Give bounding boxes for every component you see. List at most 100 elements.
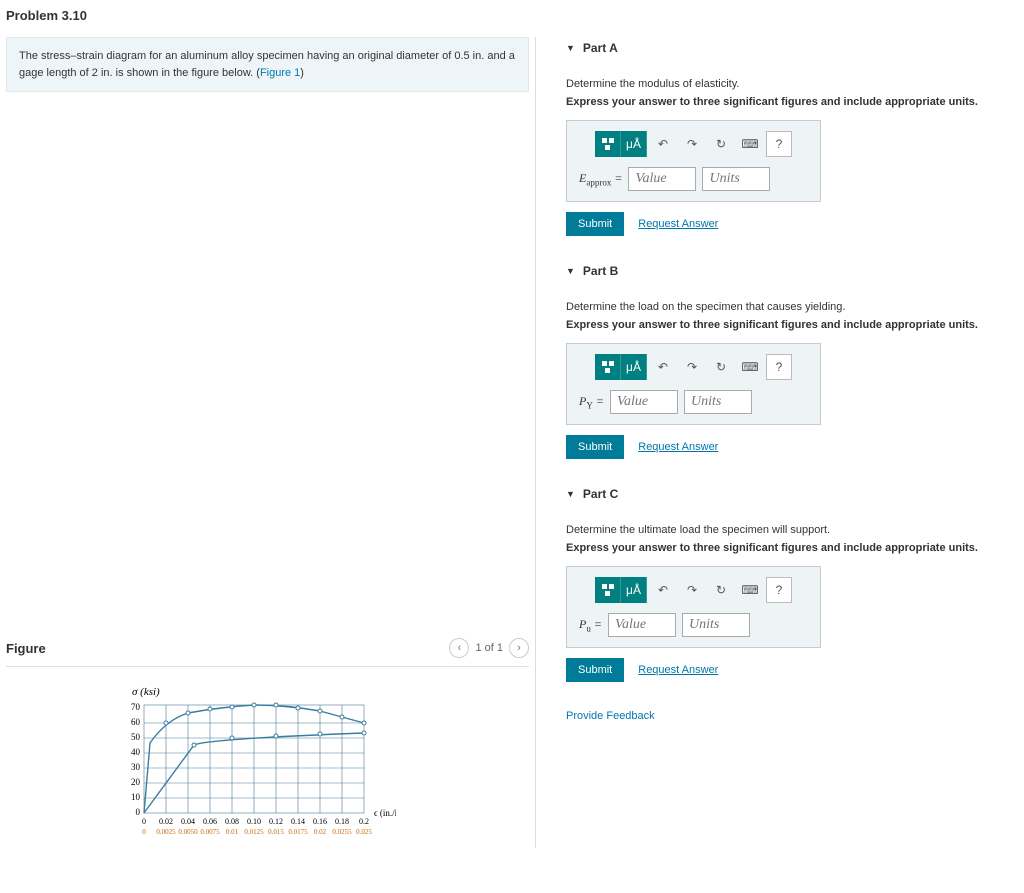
svg-text:0.0050: 0.0050 [178, 828, 198, 836]
provide-feedback-link[interactable]: Provide Feedback [566, 710, 1008, 722]
svg-text:0.0025: 0.0025 [156, 828, 176, 836]
help-icon[interactable]: ? [766, 131, 792, 157]
svg-text:ϵ (in./in.): ϵ (in./in.) [374, 808, 396, 818]
part-b-title: Part B [583, 264, 618, 278]
svg-text:50: 50 [131, 732, 141, 742]
units-icon[interactable]: μÅ [621, 577, 647, 603]
redo-icon[interactable]: ↷ [679, 354, 705, 380]
undo-icon[interactable]: ↶ [650, 577, 676, 603]
reset-icon[interactable]: ↻ [708, 354, 734, 380]
svg-text:0: 0 [142, 817, 146, 826]
keyboard-icon[interactable]: ⌨ [737, 577, 763, 603]
figure-label: Figure [6, 641, 46, 656]
answer-toolbar: μÅ ↶ ↷ ↻ ⌨ ? [579, 131, 808, 157]
svg-text:10: 10 [131, 792, 141, 802]
part-c-prompt: Determine the ultimate load the specimen… [566, 524, 1008, 536]
problem-title: Problem 3.10 [6, 8, 1018, 23]
part-b-instruct: Express your answer to three significant… [566, 319, 1008, 331]
svg-text:0.10: 0.10 [247, 817, 261, 826]
part-b-units-input[interactable] [684, 390, 752, 414]
part-c-instruct: Express your answer to three significant… [566, 542, 1008, 554]
svg-text:0.0075: 0.0075 [200, 828, 220, 836]
units-icon[interactable]: μÅ [621, 354, 647, 380]
undo-icon[interactable]: ↶ [650, 354, 676, 380]
svg-text:20: 20 [131, 777, 141, 787]
svg-text:0.02: 0.02 [314, 828, 327, 836]
figure-nav: ‹ 1 of 1 › [449, 638, 529, 658]
svg-text:0.015: 0.015 [268, 828, 284, 836]
redo-icon[interactable]: ↷ [679, 131, 705, 157]
svg-text:0.0125: 0.0125 [244, 828, 264, 836]
part-a-request-answer[interactable]: Request Answer [638, 218, 718, 230]
part-b-answer-box: μÅ ↶ ↷ ↻ ⌨ ? PY = [566, 343, 821, 425]
part-c-variable: Pu = [579, 617, 602, 633]
part-a-header[interactable]: ▼ Part A [566, 37, 1008, 66]
svg-text:70: 70 [131, 702, 141, 712]
part-a-units-input[interactable] [702, 167, 770, 191]
svg-text:0.2: 0.2 [359, 817, 369, 826]
answer-toolbar: μÅ ↶ ↷ ↻ ⌨ ? [579, 354, 808, 380]
answer-toolbar: μÅ ↶ ↷ ↻ ⌨ ? [579, 577, 808, 603]
part-b-request-answer[interactable]: Request Answer [638, 441, 718, 453]
svg-text:0.0175: 0.0175 [288, 828, 308, 836]
svg-text:0.12: 0.12 [269, 817, 283, 826]
svg-text:0.06: 0.06 [203, 817, 217, 826]
help-icon[interactable]: ? [766, 354, 792, 380]
undo-icon[interactable]: ↶ [650, 131, 676, 157]
part-c-units-input[interactable] [682, 613, 750, 637]
part-a-submit-button[interactable]: Submit [566, 212, 624, 236]
figure-next-button[interactable]: › [509, 638, 529, 658]
part-b-submit-button[interactable]: Submit [566, 435, 624, 459]
caret-down-icon: ▼ [566, 266, 575, 276]
svg-text:0: 0 [136, 807, 141, 817]
help-icon[interactable]: ? [766, 577, 792, 603]
svg-text:0.01: 0.01 [226, 828, 239, 836]
problem-text-after: ) [300, 67, 304, 79]
units-icon[interactable]: μÅ [621, 131, 647, 157]
reset-icon[interactable]: ↻ [708, 577, 734, 603]
part-c: ▼ Part C Determine the ultimate load the… [566, 483, 1008, 682]
part-a-answer-box: μÅ ↶ ↷ ↻ ⌨ ? Eapprox = [566, 120, 821, 202]
part-a-title: Part A [583, 41, 618, 55]
part-c-header[interactable]: ▼ Part C [566, 483, 1008, 512]
svg-text:0.08: 0.08 [225, 817, 239, 826]
svg-text:σ (ksi): σ (ksi) [132, 686, 160, 698]
problem-statement: The stress–strain diagram for an aluminu… [6, 37, 529, 92]
part-b-value-input[interactable] [610, 390, 678, 414]
redo-icon[interactable]: ↷ [679, 577, 705, 603]
svg-text:0.025: 0.025 [356, 828, 372, 836]
part-a-value-input[interactable] [628, 167, 696, 191]
part-b-prompt: Determine the load on the specimen that … [566, 301, 1008, 313]
svg-text:0.14: 0.14 [291, 817, 305, 826]
figure-prev-button[interactable]: ‹ [449, 638, 469, 658]
stress-strain-chart: σ (ksi) 0 10 20 30 40 50 60 70 [6, 681, 529, 848]
part-b: ▼ Part B Determine the load on the speci… [566, 260, 1008, 459]
svg-text:0.0255: 0.0255 [332, 828, 352, 836]
svg-text:0.04: 0.04 [181, 817, 195, 826]
svg-text:0.18: 0.18 [335, 817, 349, 826]
part-c-answer-box: μÅ ↶ ↷ ↻ ⌨ ? Pu = [566, 566, 821, 648]
figure-counter: 1 of 1 [475, 642, 503, 654]
part-a-prompt: Determine the modulus of elasticity. [566, 78, 1008, 90]
page-header: Problem 3.10 [0, 0, 1024, 37]
template-icon[interactable] [595, 577, 621, 603]
part-b-header[interactable]: ▼ Part B [566, 260, 1008, 289]
svg-text:0.02: 0.02 [159, 817, 173, 826]
svg-text:30: 30 [131, 762, 141, 772]
part-c-value-input[interactable] [608, 613, 676, 637]
svg-text:60: 60 [131, 717, 141, 727]
template-icon[interactable] [595, 131, 621, 157]
keyboard-icon[interactable]: ⌨ [737, 354, 763, 380]
caret-down-icon: ▼ [566, 43, 575, 53]
keyboard-icon[interactable]: ⌨ [737, 131, 763, 157]
template-icon[interactable] [595, 354, 621, 380]
part-c-title: Part C [583, 487, 618, 501]
reset-icon[interactable]: ↻ [708, 131, 734, 157]
svg-text:0: 0 [142, 828, 146, 836]
svg-text:40: 40 [131, 747, 141, 757]
part-a: ▼ Part A Determine the modulus of elasti… [566, 37, 1008, 236]
part-a-instruct: Express your answer to three significant… [566, 96, 1008, 108]
part-c-submit-button[interactable]: Submit [566, 658, 624, 682]
part-c-request-answer[interactable]: Request Answer [638, 664, 718, 676]
figure-link[interactable]: Figure 1 [260, 67, 300, 79]
